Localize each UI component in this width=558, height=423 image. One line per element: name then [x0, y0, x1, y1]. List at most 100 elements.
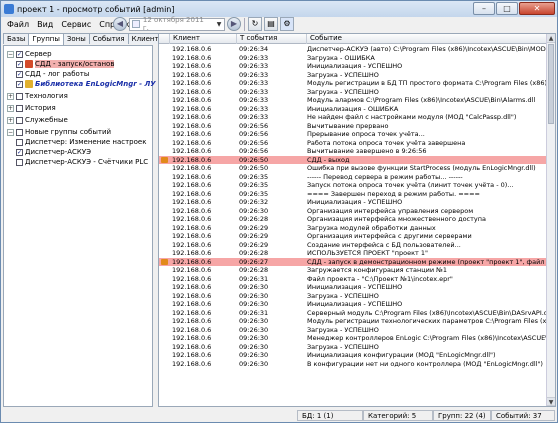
table-row[interactable]: 192.168.0.6 09:26:30 Инициализация - УСПЕ… — [159, 283, 547, 292]
table-row[interactable]: 192.168.0.6 09:26:30 Инициализация - УСПЕ… — [159, 300, 547, 309]
table-row[interactable]: 192.168.0.6 09:26:30 Загрузка - УСПЕШНО — [159, 343, 547, 352]
settings-icon[interactable]: ⚙ — [280, 17, 294, 31]
table-row[interactable]: 192.168.0.6 09:26:56 Работа потока опроса … — [159, 139, 547, 148]
refresh-icon[interactable]: ↻ — [248, 17, 262, 31]
table-row[interactable]: 192.168.0.6 09:26:35 Запуск потока опроса … — [159, 181, 547, 190]
chevron-down-icon[interactable]: ▼ — [214, 21, 224, 28]
table-row[interactable]: 192.168.0.6 09:26:56 Вычитывание завершено… — [159, 147, 547, 156]
table-row[interactable]: 192.168.0.6 09:26:56 Прерывание опроса точ… — [159, 130, 547, 139]
next-date-icon[interactable]: ▶ — [227, 17, 241, 31]
expand-icon[interactable]: + — [7, 104, 14, 112]
table-row[interactable]: 192.168.0.6 09:26:33 Инициализация - УСПЕ… — [159, 62, 547, 71]
tree-checkbox[interactable]: ✓ — [16, 70, 23, 78]
table-row[interactable]: 192.168.0.6 09:26:33 Загрузка - УСПЕШНО — [159, 88, 547, 97]
tab-databases[interactable]: Базы — [3, 33, 30, 44]
expand-icon[interactable]: + — [7, 116, 14, 124]
table-row[interactable]: 192.168.0.6 09:26:32 Инициализация - УСПЕ… — [159, 198, 547, 207]
table-row[interactable]: 192.168.0.6 09:26:30 Организация интерфейс… — [159, 207, 547, 216]
table-row[interactable]: 192.168.0.6 09:26:30 В конфигурации нет ни… — [159, 360, 547, 369]
tree-node[interactable]: + Технология — [7, 91, 68, 101]
table-row[interactable]: 192.168.0.6 09:26:28 Загружается конфигура… — [159, 266, 547, 275]
expand-icon[interactable]: + — [7, 92, 14, 100]
tree-node[interactable]: ✓ СДД - лог работы — [16, 69, 89, 79]
table-row[interactable]: 192.168.0.6 09:26:33 Модуль алармов C:\Pro… — [159, 96, 547, 105]
tree-node[interactable]: Диспетчер: Изменение настроек — [16, 137, 146, 147]
tree-checkbox[interactable] — [16, 128, 23, 136]
tree-checkbox[interactable]: ✓ — [16, 148, 23, 156]
cell-event: Загрузка модулей обработки данных — [307, 223, 436, 232]
document-icon[interactable]: ▤ — [264, 17, 278, 31]
table-row[interactable]: 192.168.0.6 09:26:27 СДД - запуск в демонс… — [159, 257, 547, 266]
collapse-icon[interactable]: − — [7, 50, 14, 58]
tree-checkbox[interactable]: ✓ — [16, 60, 23, 68]
table-row[interactable]: 192.168.0.6 09:26:31 Серверный модуль C:\P… — [159, 309, 547, 318]
tree-checkbox[interactable]: ✓ — [16, 50, 23, 58]
column-time[interactable]: Т события — [237, 34, 307, 44]
table-row[interactable]: 192.168.0.6 09:26:33 Инициализация - ОШИБ… — [159, 105, 547, 114]
tree-node[interactable]: + Служебные — [7, 115, 68, 125]
cell-event: Загрузка - УСПЕШНО — [307, 342, 379, 351]
cell-client: 192.168.0.6 — [172, 79, 212, 87]
close-button[interactable]: ✕ — [519, 2, 555, 15]
tree-node[interactable]: + История — [7, 103, 56, 113]
tree-node[interactable]: ✓ СДД - запуск/останов — [16, 59, 115, 69]
table-row[interactable]: 192.168.0.6 09:26:56 Вычитывание прервано — [159, 122, 547, 131]
cell-client: 192.168.0.6 — [172, 96, 212, 104]
tree-node[interactable]: − ✓ Сервер — [7, 49, 52, 59]
table-row[interactable]: 192.168.0.6 09:26:50 СДД - выход — [159, 155, 547, 164]
cell-time: 09:26:34 — [239, 45, 269, 53]
cell-event: Диспетчер-АСКУЭ (авто) C:\Program Files … — [307, 45, 547, 53]
table-row[interactable]: 192.168.0.6 09:26:33 Загрузка - УСПЕШНО — [159, 71, 547, 80]
scroll-up-icon[interactable]: ▲ — [547, 34, 555, 43]
tree-node[interactable]: ✓ Библиотека EnLogicMngr - ЛУ — [16, 79, 156, 89]
tab-zones[interactable]: Зоны — [62, 33, 90, 44]
collapse-icon[interactable]: − — [7, 128, 14, 136]
cell-event: Инициализация конфигурации (МОД "EnLogic… — [307, 351, 496, 359]
table-row[interactable]: 192.168.0.6 09:26:30 Загрузка - УСПЕШНО — [159, 326, 547, 335]
table-row[interactable]: 192.168.0.6 09:26:29 Организация интерфейс… — [159, 232, 547, 241]
menu-file[interactable]: Файл — [3, 20, 33, 29]
tree-checkbox[interactable] — [16, 158, 23, 166]
table-row[interactable]: 192.168.0.6 09:26:30 Инициализация конфигу… — [159, 351, 547, 360]
date-picker[interactable]: 12 октября 2011 г. ▼ — [129, 16, 225, 32]
table-row[interactable]: 192.168.0.6 09:26:35 ==== Завершен перехо… — [159, 190, 547, 199]
table-row[interactable]: 192.168.0.6 09:26:30 Загрузка - УСПЕШНО — [159, 292, 547, 301]
tree-checkbox[interactable] — [16, 116, 23, 124]
table-row[interactable]: 192.168.0.6 09:26:34 Диспетчер-АСКУЭ (авто… — [159, 45, 547, 54]
tree-checkbox[interactable] — [16, 92, 23, 100]
tree-node[interactable]: Диспетчер-АСКУЭ - Счётчики PLC — [16, 157, 148, 167]
table-row[interactable]: 192.168.0.6 09:26:28 Организация интерфейс… — [159, 215, 547, 224]
table-row[interactable]: 192.168.0.6 09:26:29 Загрузка модулей обра… — [159, 224, 547, 233]
table-row[interactable]: 192.168.0.6 09:26:30 Менеджер контроллеров… — [159, 334, 547, 343]
menu-service[interactable]: Сервис — [57, 20, 95, 29]
cell-client: 192.168.0.6 — [172, 147, 212, 155]
table-row[interactable]: 192.168.0.6 09:26:33 Модуль регистрации в … — [159, 79, 547, 88]
tree-node-label: Диспетчер: Изменение настроек — [25, 138, 147, 146]
table-row[interactable]: 192.168.0.6 09:26:28 ИСПОЛЬЗУЕТСЯ ПРОЕКТ "… — [159, 249, 547, 258]
scroll-thumb[interactable] — [548, 44, 554, 124]
minimize-button[interactable]: – — [473, 2, 495, 15]
table-row[interactable]: 192.168.0.6 09:26:29 Создание интерфейса с… — [159, 241, 547, 250]
tab-events[interactable]: События — [88, 33, 129, 44]
cell-event: ------ Перевод сервера в режим работы...… — [307, 172, 463, 181]
maximize-button[interactable]: □ — [496, 2, 518, 15]
tree-node[interactable]: − Новые группы событий — [7, 127, 111, 137]
menu-view[interactable]: Вид — [33, 20, 57, 29]
table-row[interactable]: 192.168.0.6 09:26:33 Загрузка - ОШИБКА — [159, 54, 547, 63]
table-row[interactable]: 192.168.0.6 09:26:35 ------ Перевод сервер… — [159, 173, 547, 182]
table-row[interactable]: 192.168.0.6 09:26:31 Файл проекта - "C:\Пр… — [159, 275, 547, 284]
scroll-down-icon[interactable]: ▼ — [547, 397, 555, 406]
cell-client: 192.168.0.6 — [172, 240, 212, 249]
table-row[interactable]: 192.168.0.6 09:26:50 Ошибка при вызове фун… — [159, 164, 547, 173]
tree-checkbox[interactable] — [16, 104, 23, 112]
column-event[interactable]: Событие — [307, 34, 551, 44]
tab-groups[interactable]: Группы — [28, 33, 64, 45]
table-row[interactable]: 192.168.0.6 09:26:33 Не найден файл с наст… — [159, 113, 547, 122]
vertical-scrollbar[interactable]: ▲ ▼ — [546, 34, 555, 406]
table-row[interactable]: 192.168.0.6 09:26:30 Модуль регистрации те… — [159, 317, 547, 326]
column-client[interactable]: Клиент — [170, 34, 237, 44]
tree-checkbox[interactable]: ✓ — [16, 80, 23, 88]
prev-date-icon[interactable]: ◀ — [113, 17, 127, 31]
tree-node[interactable]: ✓ Диспетчер-АСКУЭ — [16, 147, 91, 157]
tree-checkbox[interactable] — [16, 138, 23, 146]
